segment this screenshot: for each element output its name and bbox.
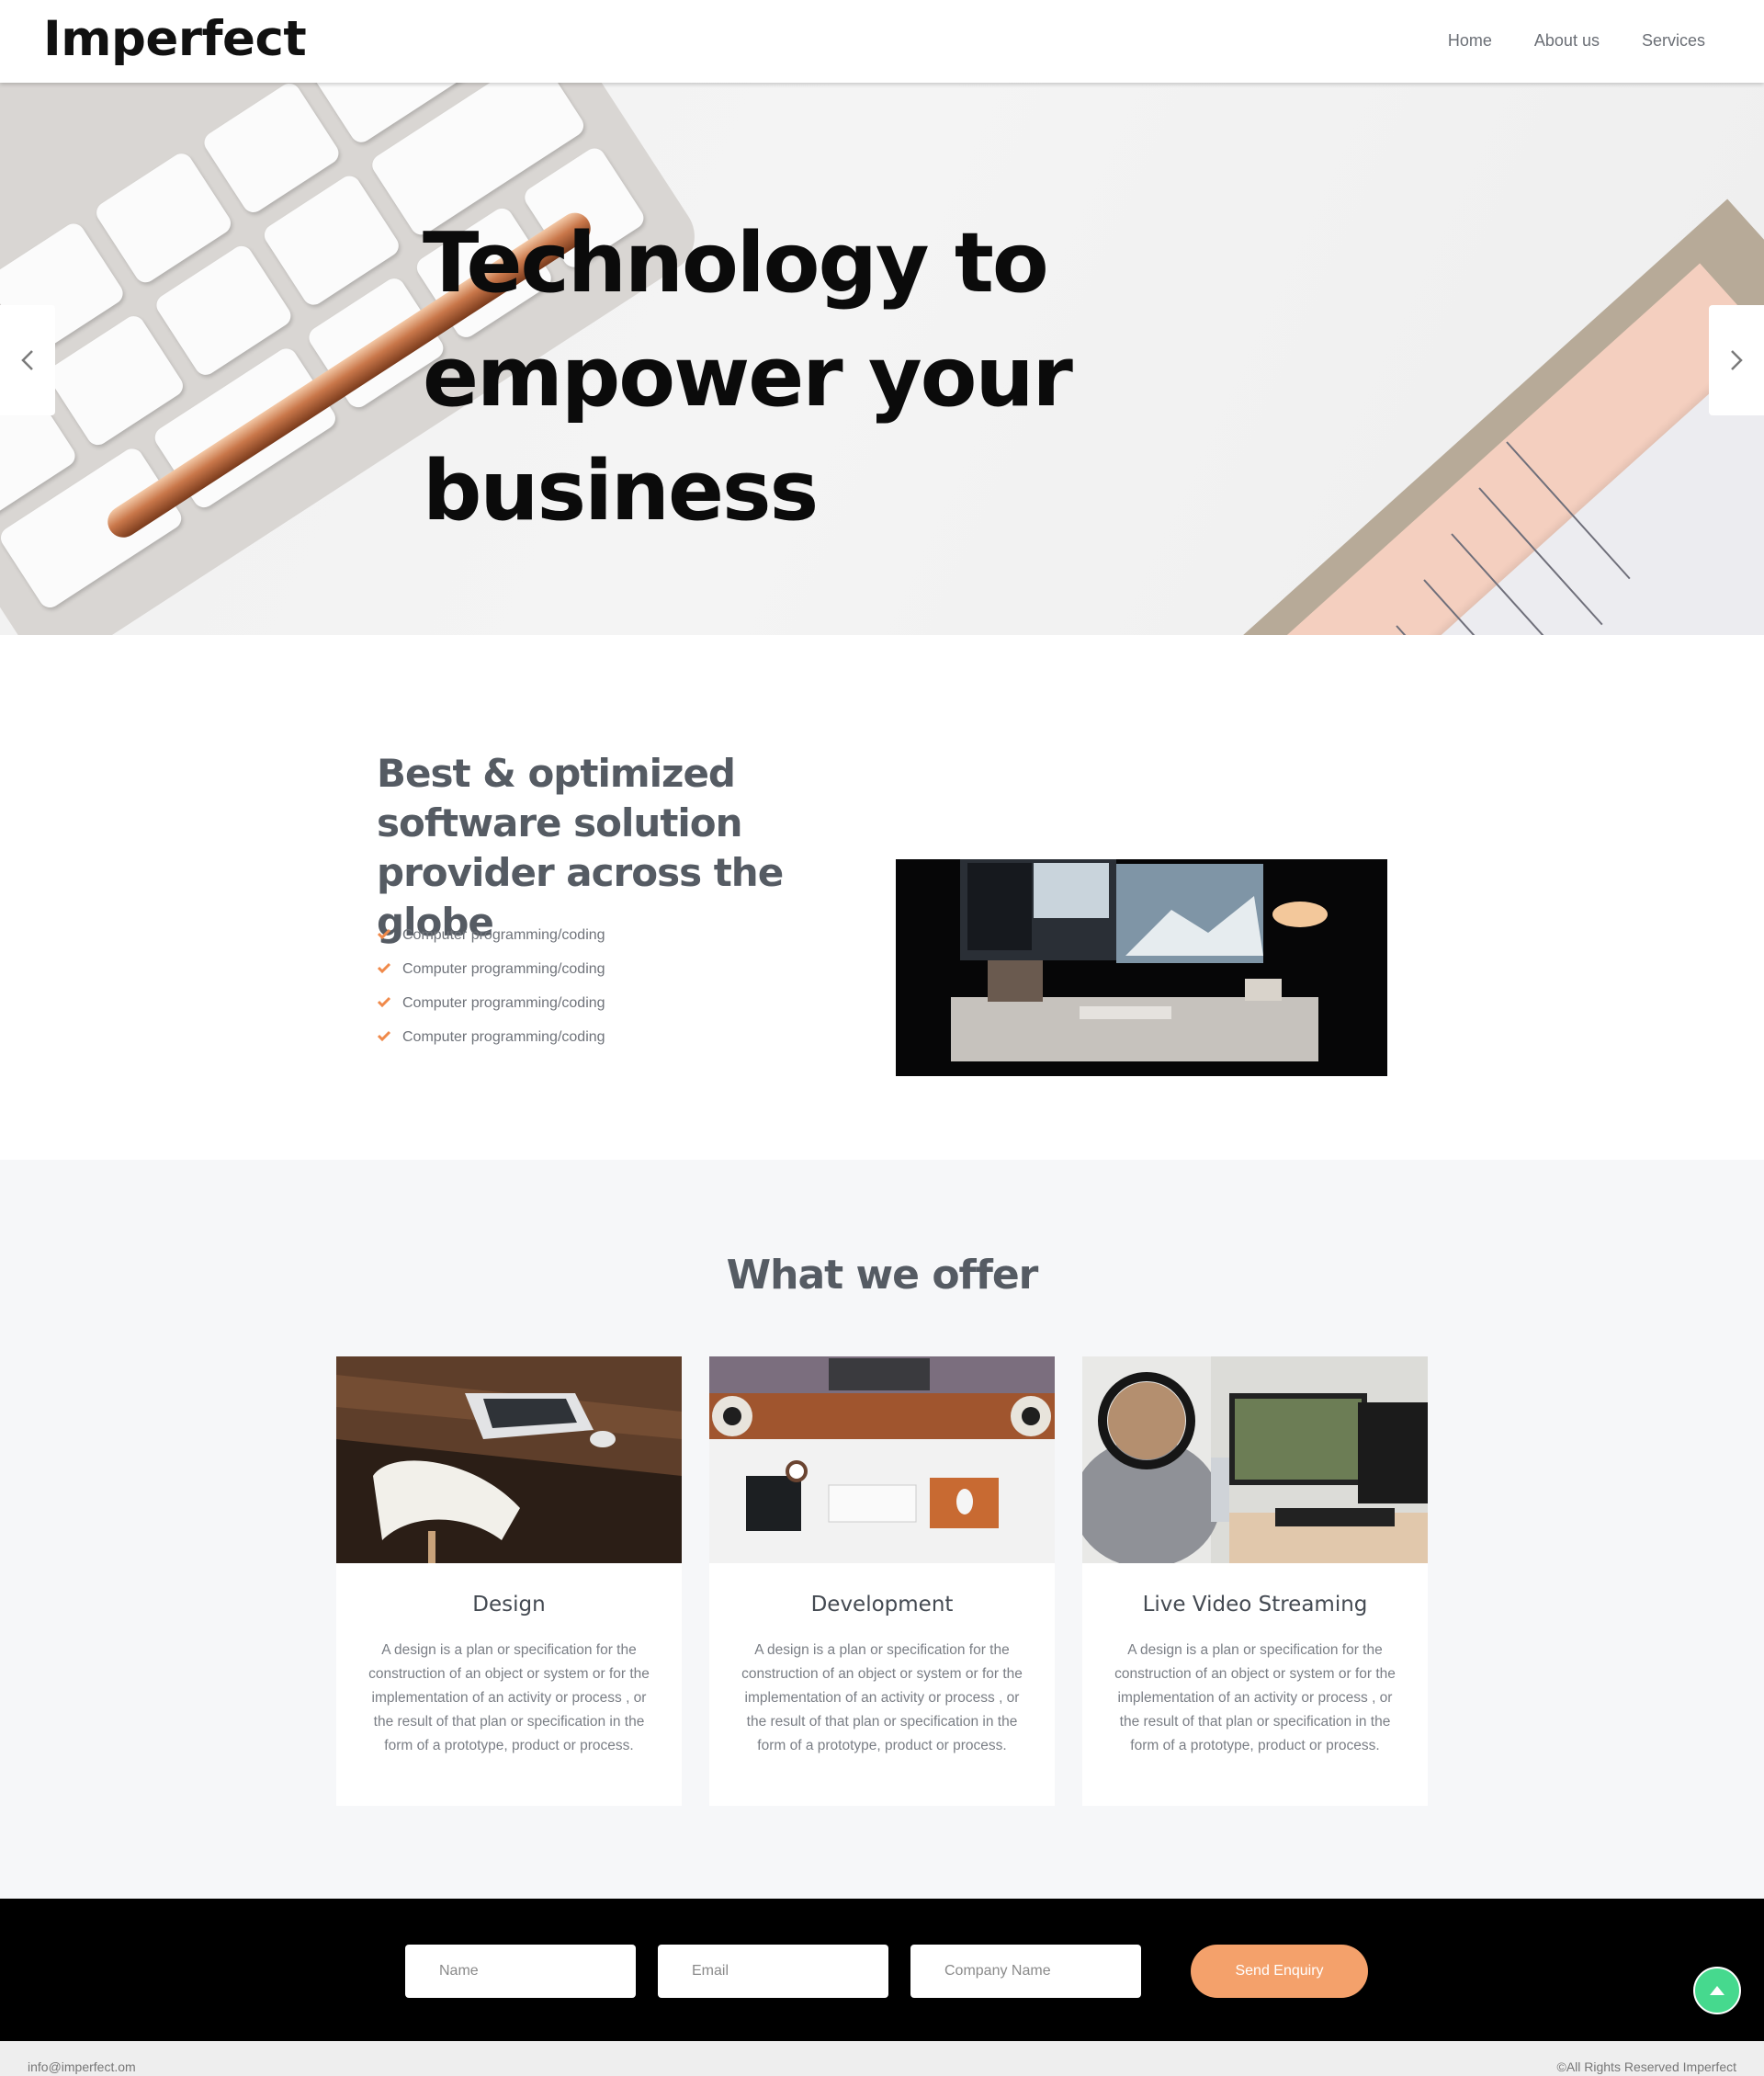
main-nav: Home About us Services bbox=[1448, 31, 1705, 51]
hero-title: Technology to empower your business bbox=[423, 215, 1073, 539]
feature-text: Computer programming/coding bbox=[402, 926, 605, 943]
list-item: Computer programming/coding bbox=[377, 918, 605, 952]
slider-next-button[interactable] bbox=[1709, 305, 1764, 415]
name-field[interactable] bbox=[405, 1945, 636, 1998]
site-header: Imperfect Home About us Services bbox=[0, 0, 1764, 83]
about-section: Best & optimized software solution provi… bbox=[0, 635, 1764, 1160]
email-field[interactable] bbox=[658, 1945, 888, 1998]
service-card-development[interactable]: Development A design is a plan or specif… bbox=[709, 1356, 1055, 1806]
arrow-up-icon bbox=[1710, 1986, 1724, 1995]
scroll-to-top-button[interactable] bbox=[1693, 1967, 1741, 2014]
card-description: A design is a plan or specification for … bbox=[1114, 1642, 1396, 1753]
chevron-left-icon bbox=[21, 350, 33, 370]
feature-text: Computer programming/coding bbox=[402, 994, 605, 1011]
check-icon bbox=[377, 1029, 402, 1046]
list-item: Computer programming/coding bbox=[377, 986, 605, 1020]
card-title: Live Video Streaming bbox=[1142, 1593, 1368, 1617]
feature-list: Computer programming/coding Computer pro… bbox=[377, 918, 605, 1054]
check-icon bbox=[377, 995, 402, 1012]
footer-email[interactable]: info@imperfect.om bbox=[28, 2059, 136, 2074]
site-logo[interactable]: Imperfect bbox=[43, 15, 307, 63]
design-image bbox=[336, 1356, 682, 1563]
enquiry-form: Send Enquiry bbox=[0, 1899, 1764, 2041]
site-footer: info@imperfect.om ©All Rights Reserved I… bbox=[0, 2041, 1764, 2076]
nav-about-link[interactable]: About us bbox=[1534, 31, 1600, 51]
feature-text: Computer programming/coding bbox=[402, 960, 605, 977]
feature-text: Computer programming/coding bbox=[402, 1028, 605, 1045]
service-card-design[interactable]: Design A design is a plan or specificati… bbox=[336, 1356, 682, 1806]
streaming-image bbox=[1082, 1356, 1428, 1563]
development-image bbox=[709, 1356, 1055, 1563]
chevron-right-icon bbox=[1731, 350, 1743, 370]
card-title: Design bbox=[472, 1593, 546, 1617]
send-enquiry-button[interactable]: Send Enquiry bbox=[1191, 1945, 1368, 1998]
nav-home-link[interactable]: Home bbox=[1448, 31, 1492, 51]
list-item: Computer programming/coding bbox=[377, 1020, 605, 1054]
card-title: Development bbox=[810, 1593, 954, 1617]
check-icon bbox=[377, 961, 402, 978]
services-section: What we offer Design A design is a plan … bbox=[0, 1160, 1764, 1899]
workspace-image bbox=[896, 859, 1387, 1076]
service-card-streaming[interactable]: Live Video Streaming A design is a plan … bbox=[1082, 1356, 1428, 1806]
hero-slider: Technology to empower your business bbox=[0, 83, 1764, 635]
list-item: Computer programming/coding bbox=[377, 952, 605, 986]
card-description: A design is a plan or specification for … bbox=[741, 1642, 1023, 1753]
nav-services-link[interactable]: Services bbox=[1642, 31, 1705, 51]
footer-copyright: ©All Rights Reserved Imperfect bbox=[1556, 2059, 1737, 2074]
card-description: A design is a plan or specification for … bbox=[368, 1642, 650, 1753]
slider-prev-button[interactable] bbox=[0, 305, 55, 415]
services-title: What we offer bbox=[726, 1252, 1039, 1299]
company-name-field[interactable] bbox=[910, 1945, 1141, 1998]
check-icon bbox=[377, 927, 402, 944]
